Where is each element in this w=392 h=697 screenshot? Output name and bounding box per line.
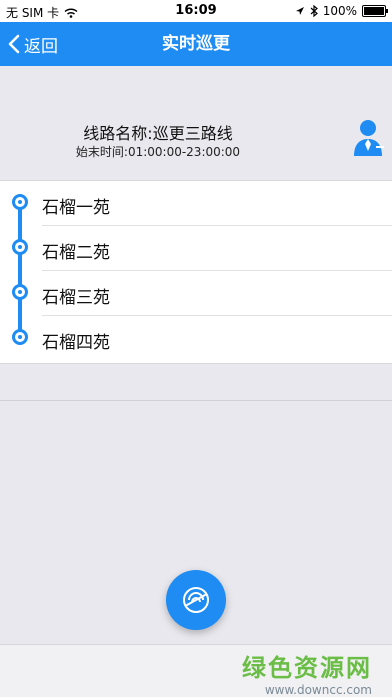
list-item[interactable]: 石榴四苑 (0, 316, 392, 361)
person-icon[interactable] (352, 118, 386, 158)
signal-scan-icon (183, 587, 209, 613)
route-name: 线路名称:巡更三路线 (83, 124, 233, 143)
route-header: 线路名称:巡更三路线 始末时间:01:00:00-23:00:00 (0, 110, 392, 170)
stop-marker-icon (12, 284, 28, 300)
stop-marker-icon (12, 194, 28, 210)
bluetooth-icon (310, 5, 318, 17)
stop-label: 石榴二苑 (42, 243, 110, 263)
divider (0, 400, 392, 401)
stop-marker-icon (12, 329, 28, 345)
stop-label: 石榴四苑 (42, 333, 110, 353)
stop-label: 石榴三苑 (42, 288, 110, 308)
stop-marker-icon (12, 239, 28, 255)
list-item[interactable]: 石榴二苑 (0, 226, 392, 271)
stop-list: 石榴一苑 石榴二苑 石榴三苑 石榴四苑 (0, 180, 392, 364)
page-title: 实时巡更 (162, 34, 230, 54)
watermark-main: 绿色资源网 (242, 654, 372, 682)
route-time-range: 始末时间:01:00:00-23:00:00 (75, 145, 241, 159)
list-item[interactable]: 石榴一苑 (0, 181, 392, 226)
nav-bar: 返回 实时巡更 (0, 22, 392, 66)
battery-percent: 100% (322, 4, 357, 18)
status-bar: 无 SIM 卡 16:09 100% (0, 0, 392, 22)
battery-icon (362, 5, 388, 17)
watermark: 绿色资源网 www.downcc.com (242, 648, 372, 697)
scan-fab-button[interactable] (166, 570, 226, 630)
stop-label: 石榴一苑 (42, 198, 110, 218)
watermark-url: www.downcc.com (264, 683, 372, 697)
location-icon (295, 7, 304, 15)
list-item[interactable]: 石榴三苑 (0, 271, 392, 316)
